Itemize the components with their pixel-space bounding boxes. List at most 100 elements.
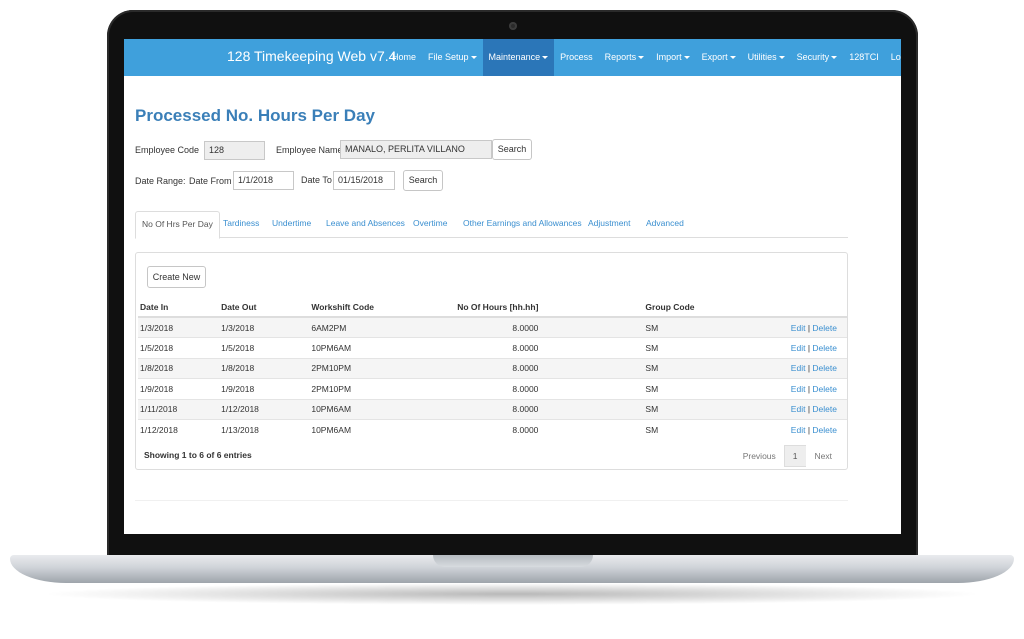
nav-item-label: Log off bbox=[890, 52, 901, 62]
cell-group-code: SM bbox=[546, 316, 697, 338]
nav-item-log-off[interactable]: Log off bbox=[885, 39, 901, 76]
nav-item-reports[interactable]: Reports bbox=[599, 39, 651, 76]
cell-date-in: 1/3/2018 bbox=[138, 316, 220, 338]
tab-undertime[interactable]: Undertime bbox=[272, 211, 311, 238]
cell-date-in: 1/8/2018 bbox=[138, 357, 220, 379]
nav-item-label: Maintenance bbox=[488, 52, 541, 62]
action-separator: | bbox=[807, 363, 811, 374]
cell-hours: 8.0000 bbox=[437, 316, 547, 338]
cell-workshift-code: 2PM10PM bbox=[309, 357, 438, 379]
cell-hours: 8.0000 bbox=[437, 378, 547, 399]
nav-item-maintenance[interactable]: Maintenance bbox=[482, 39, 555, 76]
cell-date-out: 1/3/2018 bbox=[219, 316, 310, 338]
table-row: 1/8/2018 1/8/2018 2PM10PM 8.0000 SM Edit | De… bbox=[138, 357, 847, 379]
cell-date-in: 1/12/2018 bbox=[138, 419, 220, 440]
previous-page-button[interactable]: Previous bbox=[733, 445, 785, 467]
delete-link[interactable]: Delete bbox=[812, 384, 837, 394]
header-date-in[interactable]: Date In bbox=[138, 298, 220, 318]
caret-down-icon bbox=[831, 56, 838, 60]
header-hours[interactable]: No Of Hours [hh.hh] bbox=[437, 298, 547, 318]
cell-workshift-code: 10PM6AM bbox=[309, 337, 438, 358]
nav-item-file-setup[interactable]: File Setup bbox=[422, 39, 483, 76]
nav-item-label: 128TCI bbox=[849, 52, 879, 62]
search-employee-button[interactable]: Search bbox=[492, 139, 532, 160]
table-row: 1/9/2018 1/9/2018 2PM10PM 8.0000 SM Edit | De… bbox=[138, 378, 847, 399]
delete-link[interactable]: Delete bbox=[812, 343, 837, 353]
tab-overtime[interactable]: Overtime bbox=[413, 211, 447, 238]
table-row: 1/5/2018 1/5/2018 10PM6AM 8.0000 SM Edit | De… bbox=[138, 337, 847, 358]
nav-item-utilities[interactable]: Utilities bbox=[742, 39, 791, 76]
nav-item-export[interactable]: Export bbox=[696, 39, 742, 76]
edit-link[interactable]: Edit bbox=[791, 343, 806, 353]
cell-hours: 8.0000 bbox=[437, 337, 547, 358]
cell-date-out: 1/8/2018 bbox=[219, 357, 310, 379]
tab-advanced[interactable]: Advanced bbox=[646, 211, 684, 238]
tab-tardiness[interactable]: Tardiness bbox=[223, 211, 259, 238]
cell-date-out: 1/12/2018 bbox=[219, 398, 310, 420]
delete-link[interactable]: Delete bbox=[812, 323, 837, 333]
action-separator: | bbox=[807, 322, 811, 333]
page-button-current[interactable]: 1 bbox=[783, 445, 807, 467]
date-to-field[interactable]: 01/15/2018 bbox=[333, 171, 395, 190]
laptop-notch bbox=[433, 555, 593, 567]
date-from-field[interactable]: 1/1/2018 bbox=[233, 171, 294, 190]
edit-link[interactable]: Edit bbox=[791, 323, 806, 333]
nav-item-label: Security bbox=[796, 52, 830, 62]
edit-link[interactable]: Edit bbox=[791, 363, 806, 373]
nav-item-home[interactable]: Home bbox=[386, 39, 422, 76]
nav-item-label: Export bbox=[701, 52, 728, 62]
header-actions bbox=[696, 298, 847, 318]
delete-link[interactable]: Delete bbox=[812, 404, 837, 414]
edit-link[interactable]: Edit bbox=[791, 384, 806, 394]
nav-item-label: Utilities bbox=[747, 52, 777, 62]
action-separator: | bbox=[807, 383, 811, 394]
header-workshift-code[interactable]: Workshift Code bbox=[309, 298, 438, 318]
employee-name-label: Employee Name bbox=[276, 145, 343, 155]
cell-actions: Edit | Delete bbox=[696, 398, 847, 420]
edit-link[interactable]: Edit bbox=[791, 404, 806, 414]
nav-item-security[interactable]: Security bbox=[791, 39, 844, 76]
nav-item-import[interactable]: Import bbox=[650, 39, 696, 76]
nav-item-label: Import bbox=[656, 52, 682, 62]
cell-actions: Edit | Delete bbox=[696, 337, 847, 358]
delete-link[interactable]: Delete bbox=[812, 363, 837, 373]
employee-code-field[interactable]: 128 bbox=[204, 141, 265, 160]
navbar: 128 Timekeeping Web v7.4 Home File Setup M… bbox=[124, 39, 901, 76]
date-range-label: Date Range: bbox=[135, 176, 186, 186]
delete-link[interactable]: Delete bbox=[812, 425, 837, 435]
tab-no-of-hrs-per-day[interactable]: No Of Hrs Per Day bbox=[135, 211, 220, 239]
caret-down-icon bbox=[729, 56, 736, 60]
action-separator: | bbox=[807, 342, 811, 353]
table-row: 1/11/2018 1/12/2018 10PM6AM 8.0000 SM Edit | … bbox=[138, 398, 847, 420]
main-nav: Home File Setup Maintenance Process Reports I… bbox=[386, 39, 901, 76]
nav-item-128tci[interactable]: 128TCI bbox=[843, 39, 885, 76]
tab-leave-and-absences[interactable]: Leave and Absences bbox=[326, 211, 405, 238]
app-brand[interactable]: 128 Timekeeping Web v7.4 bbox=[227, 48, 396, 64]
cell-date-out: 1/5/2018 bbox=[219, 337, 310, 358]
tab-bar: No Of Hrs Per Day Tardiness Undertime Leave… bbox=[135, 211, 848, 239]
caret-down-icon bbox=[778, 56, 785, 60]
header-date-out[interactable]: Date Out bbox=[219, 298, 310, 318]
caret-down-icon bbox=[683, 56, 690, 60]
caret-down-icon bbox=[542, 56, 549, 60]
create-new-button[interactable]: Create New bbox=[147, 266, 206, 288]
cell-workshift-code: 10PM6AM bbox=[309, 419, 438, 440]
tab-adjustment[interactable]: Adjustment bbox=[588, 211, 631, 238]
cell-hours: 8.0000 bbox=[437, 398, 547, 420]
edit-link[interactable]: Edit bbox=[791, 425, 806, 435]
table-row: 1/12/2018 1/13/2018 10PM6AM 8.0000 SM Edit | … bbox=[138, 419, 847, 440]
cell-actions: Edit | Delete bbox=[696, 357, 847, 379]
cell-actions: Edit | Delete bbox=[696, 419, 847, 440]
header-group-code[interactable]: Group Code bbox=[546, 298, 697, 318]
nav-item-process[interactable]: Process bbox=[554, 39, 599, 76]
caret-down-icon bbox=[470, 56, 477, 60]
results-panel: Create New Date In Date Out Workshift Co… bbox=[135, 252, 848, 470]
search-date-button[interactable]: Search bbox=[403, 170, 443, 191]
cell-date-in: 1/11/2018 bbox=[138, 398, 220, 420]
employee-name-field[interactable]: MANALO, PERLITA VILLANO bbox=[340, 140, 492, 159]
tab-other-earnings-and-allowances[interactable]: Other Earnings and Allowances bbox=[463, 211, 582, 238]
caret-down-icon bbox=[638, 56, 645, 60]
camera-icon bbox=[509, 22, 517, 30]
nav-item-label: File Setup bbox=[428, 52, 469, 62]
next-page-button[interactable]: Next bbox=[805, 445, 841, 467]
